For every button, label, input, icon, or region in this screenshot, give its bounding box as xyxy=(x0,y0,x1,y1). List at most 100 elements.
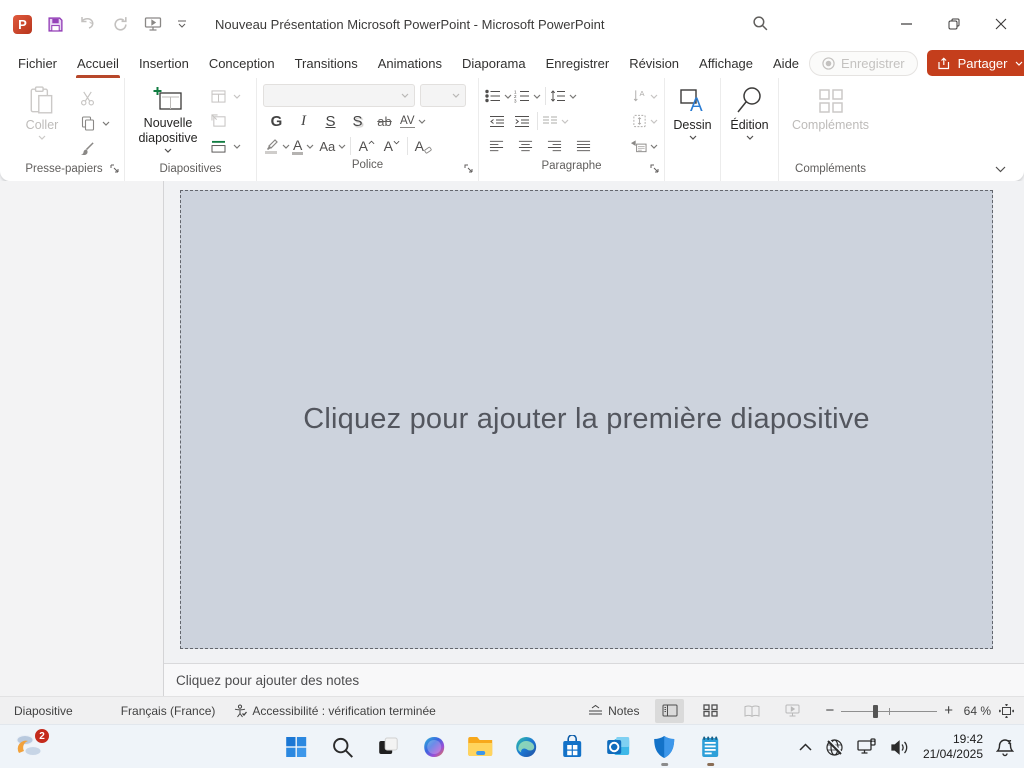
grow-font-button[interactable]: A xyxy=(355,135,378,157)
section-chevron-icon[interactable] xyxy=(233,144,241,149)
display-connection-icon[interactable] xyxy=(857,738,877,756)
decrease-indent-button[interactable] xyxy=(485,110,508,132)
font-color-button[interactable]: A xyxy=(292,138,314,155)
strikethrough-button[interactable]: ab xyxy=(373,110,396,132)
align-text-button[interactable] xyxy=(632,114,658,128)
copy-button[interactable] xyxy=(76,112,99,134)
slide-layout-button[interactable] xyxy=(207,85,230,107)
microsoft-store-button[interactable] xyxy=(559,732,585,762)
no-internet-icon[interactable] xyxy=(825,738,844,757)
restore-button[interactable] xyxy=(930,0,977,48)
view-slide-sorter-button[interactable] xyxy=(696,699,725,723)
format-painter-button[interactable] xyxy=(76,137,99,159)
save-button[interactable] xyxy=(47,16,64,33)
tab-enregistrer[interactable]: Enregistrer xyxy=(536,48,620,78)
text-highlight-button[interactable] xyxy=(263,138,290,154)
increase-indent-button[interactable] xyxy=(510,110,533,132)
edge-button[interactable] xyxy=(513,732,539,762)
notes-pane[interactable]: Cliquez pour ajouter des notes xyxy=(164,663,1024,696)
new-slide-button[interactable]: Nouvelle diapositive xyxy=(129,83,207,153)
copilot-button[interactable] xyxy=(421,732,447,762)
font-dialog-launcher[interactable] xyxy=(464,164,473,173)
zoom-slider-thumb[interactable] xyxy=(873,705,878,718)
bold-button[interactable]: G xyxy=(265,110,288,132)
minimize-button[interactable] xyxy=(883,0,930,48)
taskbar-clock[interactable]: 19:42 21/04/2025 xyxy=(923,732,983,762)
tab-animations[interactable]: Animations xyxy=(368,48,452,78)
numbering-button[interactable]: 123 xyxy=(514,89,541,103)
shrink-font-button[interactable]: A xyxy=(380,135,403,157)
italic-button[interactable]: I xyxy=(292,110,315,132)
zoom-in-button[interactable]: + xyxy=(944,702,953,719)
tab-accueil[interactable]: Accueil xyxy=(67,48,129,78)
powerpoint-app-icon[interactable]: P xyxy=(13,15,32,34)
paste-button[interactable]: Coller xyxy=(8,83,76,140)
justify-button[interactable] xyxy=(572,135,595,157)
character-spacing-button[interactable]: AV xyxy=(400,115,426,128)
windows-security-button[interactable] xyxy=(651,732,677,762)
undo-button[interactable] xyxy=(79,16,97,32)
align-center-button[interactable] xyxy=(514,135,537,157)
task-view-button[interactable] xyxy=(375,732,401,762)
view-slideshow-button[interactable] xyxy=(778,699,807,723)
editing-button[interactable]: Édition xyxy=(725,83,774,140)
do-not-disturb-bell-icon[interactable]: z xyxy=(996,738,1014,757)
addins-button[interactable]: Compléments xyxy=(783,83,878,133)
font-size-combobox[interactable] xyxy=(420,84,466,107)
redo-button[interactable] xyxy=(112,16,129,33)
outlook-button[interactable] xyxy=(605,732,631,762)
view-reading-button[interactable] xyxy=(737,699,766,723)
layout-chevron-icon[interactable] xyxy=(233,94,241,99)
line-spacing-button[interactable] xyxy=(550,89,577,103)
tab-fichier[interactable]: Fichier xyxy=(8,48,67,78)
align-right-button[interactable] xyxy=(543,135,566,157)
underline-button[interactable]: S xyxy=(319,110,342,132)
status-accessibility[interactable]: Accessibilité : vérification terminée xyxy=(215,704,435,718)
tab-revision[interactable]: Révision xyxy=(619,48,689,78)
bullets-button[interactable] xyxy=(485,89,512,103)
text-direction-button[interactable]: A xyxy=(632,89,658,103)
status-language[interactable]: Français (France) xyxy=(73,704,216,718)
share-button[interactable]: Partager xyxy=(927,50,1024,76)
paragraph-dialog-launcher[interactable] xyxy=(650,164,659,173)
collapse-ribbon-chevron-icon[interactable] xyxy=(995,166,1006,173)
status-slide-indicator[interactable]: Diapositive xyxy=(0,704,73,718)
zoom-out-button[interactable]: − xyxy=(825,702,834,719)
tab-insertion[interactable]: Insertion xyxy=(129,48,199,78)
columns-button[interactable] xyxy=(542,115,569,127)
text-shadow-button[interactable]: S xyxy=(346,110,369,132)
zoom-percentage[interactable]: 64 % xyxy=(953,704,991,718)
customize-qat-chevron-icon[interactable] xyxy=(177,20,187,28)
tab-diaporama[interactable]: Diaporama xyxy=(452,48,536,78)
close-button[interactable] xyxy=(977,0,1024,48)
taskbar-weather-widget[interactable]: 2 xyxy=(14,732,48,762)
tab-aide[interactable]: Aide xyxy=(763,48,809,78)
cut-button[interactable] xyxy=(76,87,99,109)
clipboard-dialog-launcher[interactable] xyxy=(110,164,119,173)
taskbar-search-button[interactable] xyxy=(329,732,355,762)
copy-chevron-icon[interactable] xyxy=(102,121,110,126)
reset-slide-button[interactable] xyxy=(207,110,230,132)
section-button[interactable] xyxy=(207,135,230,157)
notes-toggle-button[interactable]: Notes xyxy=(588,704,639,718)
drawing-button[interactable]: A Dessin xyxy=(669,83,716,140)
tab-conception[interactable]: Conception xyxy=(199,48,285,78)
pane-splitter[interactable] xyxy=(163,181,164,696)
view-normal-button[interactable] xyxy=(655,699,684,723)
show-hidden-icons-button[interactable] xyxy=(799,743,812,751)
slide-thumbnails-pane[interactable] xyxy=(0,181,163,696)
align-left-button[interactable] xyxy=(485,135,508,157)
tab-affichage[interactable]: Affichage xyxy=(689,48,763,78)
zoom-slider[interactable] xyxy=(841,704,937,718)
clear-formatting-button[interactable]: A xyxy=(412,135,435,157)
file-explorer-button[interactable] xyxy=(467,732,493,762)
change-case-button[interactable]: Aa xyxy=(319,139,346,154)
record-button[interactable]: Enregistrer xyxy=(809,51,918,76)
notepad-button[interactable] xyxy=(697,732,723,762)
start-button[interactable] xyxy=(283,732,309,762)
slide-canvas[interactable]: Cliquez pour ajouter la première diaposi… xyxy=(180,190,993,649)
start-slideshow-button[interactable] xyxy=(144,16,162,32)
fit-slide-to-window-button[interactable] xyxy=(999,704,1014,718)
search-icon[interactable] xyxy=(752,15,769,32)
convert-to-smartart-button[interactable] xyxy=(630,139,658,153)
